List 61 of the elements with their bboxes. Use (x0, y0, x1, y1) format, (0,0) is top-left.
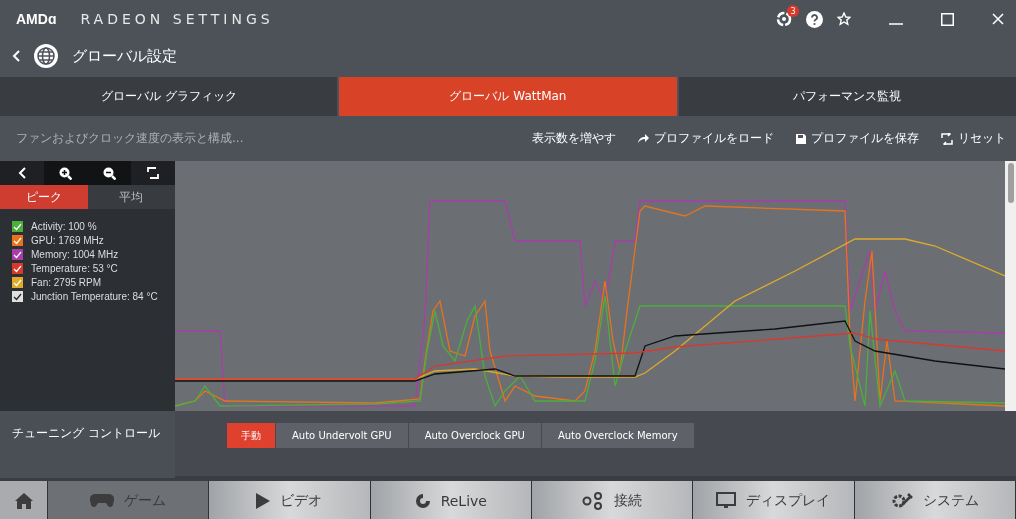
nav-tab[interactable]: 接続 (532, 481, 694, 519)
monitor-icon (716, 492, 737, 509)
legend-label: Activity: 100 % (31, 221, 97, 232)
save-icon (796, 133, 806, 144)
legend-checkbox[interactable] (12, 277, 23, 288)
zoom-out-button[interactable] (87, 161, 132, 185)
star-icon[interactable] (837, 12, 851, 26)
scroll-bar[interactable] (1005, 161, 1016, 411)
nav-tab[interactable]: システム (854, 481, 1016, 519)
zoom-in-button[interactable] (43, 161, 88, 185)
legend-label: Fan: 2795 RPM (31, 277, 102, 288)
tuning-option[interactable]: Auto Overclock Memory (541, 423, 694, 448)
legend-label: Temperature: 53 °C (31, 263, 118, 274)
notification-badge: 3 (787, 5, 799, 17)
tuning-option[interactable]: Auto Undervolt GPU (276, 423, 408, 448)
legend-checkbox[interactable] (12, 235, 23, 246)
brand-logo: AMDɑ (16, 11, 57, 27)
nav-tab[interactable]: ReLive (370, 481, 532, 519)
legend-checkbox[interactable] (12, 249, 23, 260)
nav-tab[interactable]: ビデオ (209, 481, 371, 519)
legend-checkbox[interactable] (12, 291, 23, 302)
zoom-out-icon (102, 166, 116, 180)
play-icon (256, 492, 271, 509)
tuning-option[interactable]: Auto Overclock GPU (408, 423, 541, 448)
tab[interactable]: グローバル WattMan (339, 77, 677, 116)
home-button[interactable] (0, 481, 48, 519)
legend-label: Memory: 1004 MHz (31, 249, 119, 260)
back-icon (17, 167, 26, 179)
help-icon[interactable] (806, 10, 823, 28)
save-button[interactable]: プロファイルを保存 (796, 130, 919, 147)
nav-tab[interactable]: ディスプレイ (693, 481, 855, 519)
legend-checkbox[interactable] (12, 221, 23, 232)
page-title: グローバル設定 (72, 46, 177, 66)
reset-icon (941, 132, 953, 145)
home-icon (14, 492, 33, 509)
reset-button[interactable]: リセット (941, 130, 1006, 147)
close-icon[interactable] (992, 13, 1004, 25)
globe-icon (34, 44, 58, 68)
tab[interactable]: グローバル グラフィック (0, 77, 338, 116)
show-more-link[interactable]: 表示数を増やす (532, 130, 616, 147)
tab[interactable]: パフォーマンス監視 (678, 77, 1016, 116)
load-button[interactable]: プロファイルをロード (638, 130, 774, 147)
app-title: RADEON SETTINGS (80, 11, 274, 27)
reset-icon (147, 167, 160, 179)
tuning-label: チューニング コントロール (0, 411, 175, 478)
relive-icon (414, 492, 431, 509)
mode-tab[interactable]: ピーク (0, 185, 88, 209)
nodes-icon (582, 491, 605, 510)
back-icon[interactable] (12, 50, 20, 62)
description-text: ファンおよびクロック速度の表示と構成... (16, 130, 244, 147)
legend-label: GPU: 1769 MHz (31, 235, 104, 246)
gear-wrench-icon (890, 491, 913, 510)
maximize-icon[interactable] (941, 12, 954, 26)
legend-checkbox[interactable] (12, 263, 23, 274)
zoom-in-icon (59, 166, 73, 180)
gamepad-icon (90, 493, 115, 508)
refresh-icon[interactable] (776, 11, 792, 27)
legend-label: Junction Temperature: 84 °C (31, 291, 158, 302)
tuning-option[interactable]: 手動 (227, 423, 275, 448)
share-arrow-icon (638, 134, 649, 143)
mode-tab[interactable]: 平均 (87, 185, 175, 209)
